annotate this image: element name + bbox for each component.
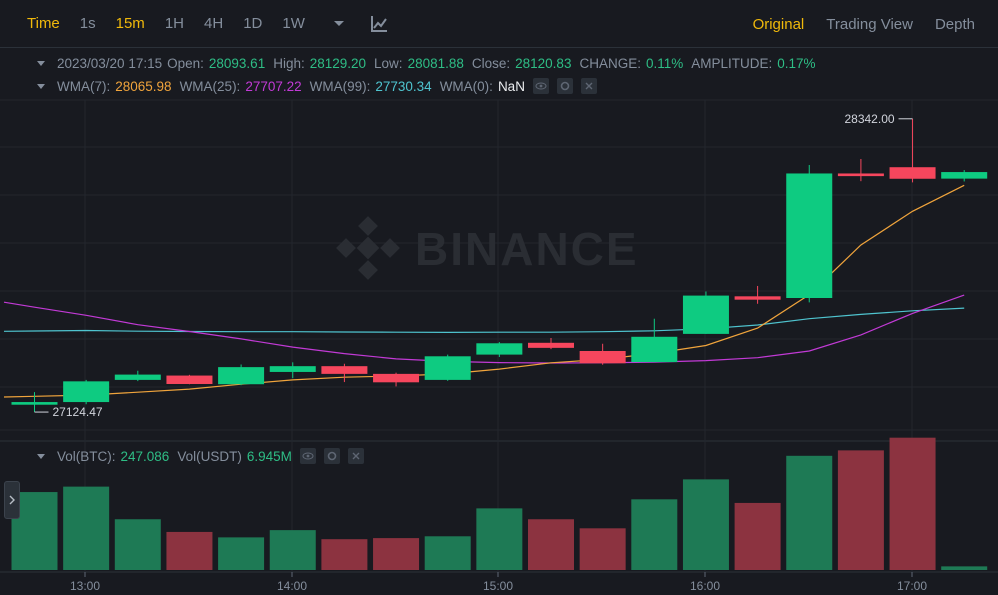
volume-bar-5 [269,530,316,570]
watermark-diamond-0 [358,216,378,236]
volume-bar-11 [579,528,626,570]
x-tick-label-4: 17:00 [897,579,927,593]
vol-gear-icon[interactable] [323,448,340,464]
candle-body-11 [579,350,626,364]
candle-body-17 [889,167,936,179]
high-annotation: 28342.00 [844,112,894,126]
candle-body-7 [373,373,420,383]
watermark-diamond-center [356,236,380,260]
volume-bar-2 [114,519,161,570]
x-axis-ticks: 13:00 14:00 15:00 16:00 17:00 [70,572,927,593]
volume-bar-10 [528,519,574,570]
x-tick-label-2: 15:00 [483,579,513,593]
volume-bar-13 [682,479,729,570]
candle-body-12 [631,336,678,363]
volume-bar-17 [889,437,936,570]
candle-body-14 [734,296,781,300]
volume-bar-18 [941,566,988,570]
candle-body-5 [269,366,316,372]
wma99-line [3,307,965,333]
x-tick-label-3: 16:00 [690,579,720,593]
vol-usdt-value: 6.945M [246,448,292,464]
watermark-diamond-3 [358,260,378,280]
candle-body-1 [63,381,110,403]
candle-body-10 [528,342,574,348]
volume-bar-15 [786,455,833,570]
vol-close-icon[interactable] [347,448,364,464]
candlestick-chart[interactable]: BINANCE 28342.00 27124.47 13:00 14:00 15:00… [0,0,998,595]
candle-body-3 [166,375,213,384]
volume-bar-8 [424,536,471,570]
vol-collapse-caret-icon[interactable] [37,453,45,459]
volume-bar-1 [63,486,110,570]
volume-bar-7 [373,538,420,570]
candle-body-9 [476,343,523,355]
chevron-right-icon [9,495,15,505]
vol-usdt-label: Vol(USDT) [177,448,242,464]
candle-body-4 [218,367,265,385]
low-annotation: 27124.47 [53,405,103,419]
volume-bar-3 [166,531,213,570]
volume-bar-9 [476,508,523,570]
x-tick-label-0: 13:00 [70,579,100,593]
watermark-logo-icon [336,216,400,280]
vol-eye-icon[interactable] [299,448,316,464]
vol-btc-label: Vol(BTC): [57,448,116,464]
candle-body-13 [682,295,729,334]
candle-body-8 [424,356,471,380]
vol-btc-value: 247.086 [120,448,170,464]
volume-bar-16 [837,450,884,570]
candle-body-6 [321,366,368,374]
volume-bar-6 [321,539,368,570]
volume-bar-4 [218,537,265,570]
watermark-diamond-2 [380,238,400,258]
volume-row: Vol(BTC): 247.086 Vol(USDT) 6.945M [0,445,372,467]
candle-body-16 [837,173,884,177]
watermark-diamond-1 [336,238,356,258]
x-tick-label-1: 14:00 [277,579,307,593]
side-panel-toggle[interactable] [4,481,20,519]
candle-body-18 [941,172,988,179]
volume-bar-12 [631,499,678,570]
candle-body-15 [786,173,833,298]
volume-bar-14 [734,502,781,570]
watermark-text: BINANCE [415,223,639,275]
candle-body-2 [114,374,161,380]
candle-body-0 [11,402,58,405]
